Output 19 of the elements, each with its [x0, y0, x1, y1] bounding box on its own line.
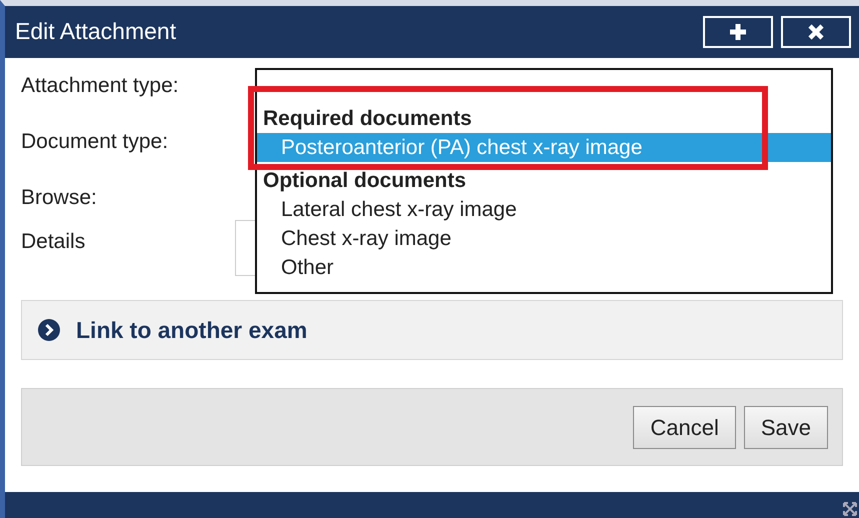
save-button[interactable]: Save [744, 406, 828, 448]
dropdown-option[interactable]: Other [257, 253, 831, 282]
field-label: Details [21, 229, 86, 255]
field-label: Document type: [21, 129, 168, 156]
window-title: Edit Attachment [15, 18, 176, 46]
resize-icon [843, 502, 857, 516]
plus-icon [728, 22, 748, 42]
link-to-exam[interactable]: Link to another exam [38, 312, 308, 348]
group-header: Optional documents [262, 168, 468, 194]
cancel-button[interactable]: Cancel [633, 406, 736, 448]
group-header: Required documents [262, 106, 473, 132]
field-label: Browse: [21, 185, 97, 212]
field-label: Attachment type: [21, 73, 179, 100]
close-button[interactable] [781, 16, 851, 48]
chevron-circle-icon [38, 319, 60, 341]
dropdown-option[interactable]: Chest x-ray image [257, 224, 831, 253]
maximize-button[interactable] [703, 16, 773, 48]
dropdown-option[interactable]: Lateral chest x-ray image [257, 195, 831, 224]
close-icon [807, 23, 825, 41]
